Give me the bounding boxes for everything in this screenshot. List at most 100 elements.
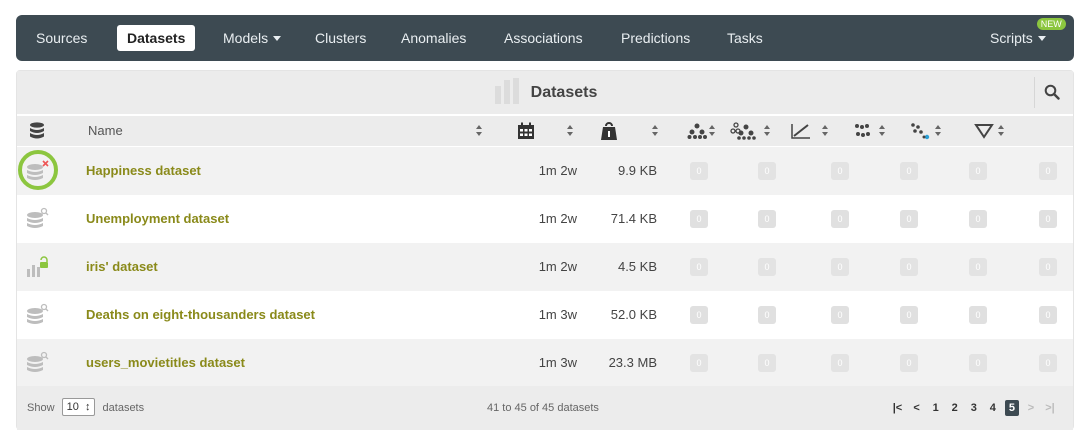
datasets-panel: Datasets Name Happiness dataset 1m 2w 9.… — [16, 70, 1074, 430]
panel-titlebar: Datasets — [17, 71, 1073, 114]
page-5[interactable]: 5 — [1004, 400, 1019, 416]
dataset-name-link[interactable]: Unemployment dataset — [86, 195, 229, 243]
dataset-size: 52.0 KB — [610, 307, 657, 322]
search-button[interactable] — [1034, 77, 1069, 108]
table-row[interactable]: users_movietitles dataset 1m 3w 23.3 MB … — [17, 339, 1073, 387]
dataset-name-link[interactable]: Deaths on eight-thousanders dataset — [86, 291, 315, 339]
sort-icon[interactable] — [822, 125, 828, 137]
table-row[interactable]: iris' dataset 1m 2w 4.5 KB 0 0 0 0 0 0 — [17, 243, 1073, 291]
dataset-age: 1m 3w — [538, 307, 577, 322]
association-icon — [974, 124, 994, 139]
page-4[interactable]: 4 — [986, 400, 1000, 416]
sort-icon[interactable] — [998, 125, 1004, 137]
count-badge: 0 — [900, 162, 918, 180]
locked-dataset-icon — [27, 256, 48, 277]
count-badge: 0 — [690, 210, 708, 228]
column-name[interactable]: Name — [88, 116, 123, 146]
row-icon-wrap — [18, 150, 58, 190]
top-nav: Sources Datasets Models Clusters Anomali… — [16, 15, 1074, 61]
table-row[interactable]: Unemployment dataset 1m 2w 71.4 KB 0 0 0… — [17, 195, 1073, 243]
dataset-age: 1m 2w — [538, 163, 577, 178]
nav-tasks[interactable]: Tasks — [727, 15, 763, 61]
datasets-bars-icon — [494, 77, 519, 104]
nav-anomalies[interactable]: Anomalies — [401, 15, 466, 61]
count-badge: 0 — [690, 306, 708, 324]
nav-predictions[interactable]: Predictions — [621, 15, 690, 61]
prev-page-icon[interactable]: < — [910, 400, 924, 416]
nav-clusters[interactable]: Clusters — [315, 15, 366, 61]
panel-title: Datasets — [17, 71, 1073, 114]
dataset-search-icon — [27, 207, 49, 228]
next-page-icon: > — [1027, 402, 1035, 414]
dataset-age: 1m 2w — [538, 259, 577, 274]
count-badge: 0 — [831, 210, 849, 228]
nav-datasets[interactable]: Datasets — [117, 25, 196, 51]
nav-models[interactable]: Models — [223, 15, 282, 61]
count-badge: 0 — [1039, 162, 1057, 180]
table-row[interactable]: Deaths on eight-thousanders dataset 1m 3… — [17, 291, 1073, 339]
nav-scripts-label: Scripts — [990, 30, 1033, 46]
count-badge: 0 — [969, 162, 987, 180]
nav-anomalies-label: Anomalies — [401, 30, 467, 46]
show-label: Show — [27, 402, 55, 414]
sort-icon[interactable] — [567, 125, 573, 137]
count-badge: 0 — [969, 210, 987, 228]
chevron-down-icon — [273, 35, 282, 41]
sort-icon[interactable] — [935, 125, 941, 137]
nav-datasets-label: Datasets — [127, 30, 186, 46]
anomaly-icon — [911, 123, 930, 140]
weight-icon — [601, 122, 617, 140]
nav-scripts[interactable]: Scripts NEW — [990, 15, 1066, 61]
count-badge: 0 — [831, 306, 849, 324]
count-badge: 0 — [900, 210, 918, 228]
sort-icon[interactable] — [476, 125, 482, 137]
first-page-icon[interactable]: |< — [891, 400, 905, 416]
highlight-ring — [18, 150, 58, 190]
page-3[interactable]: 3 — [967, 400, 981, 416]
count-badge: 0 — [758, 258, 776, 276]
count-badge: 0 — [969, 354, 987, 372]
table-footer: Show 10 ↕ datasets 41 to 45 of 45 datase… — [17, 386, 1073, 430]
table-row[interactable]: Happiness dataset 1m 2w 9.9 KB 0 0 0 0 0… — [17, 147, 1073, 195]
dataset-name-link[interactable]: users_movietitles dataset — [86, 339, 245, 387]
ensemble-icon — [730, 122, 756, 140]
row-icon-wrap — [25, 303, 49, 327]
dataset-age: 1m 3w — [538, 355, 577, 370]
sort-icon[interactable] — [652, 125, 658, 137]
sort-icon[interactable] — [764, 125, 770, 137]
count-badge: 0 — [900, 306, 918, 324]
count-badge: 0 — [831, 354, 849, 372]
count-badge: 0 — [831, 258, 849, 276]
page-size-select[interactable]: 10 ↕ — [61, 398, 96, 417]
nav-sources[interactable]: Sources — [36, 15, 87, 61]
dataset-name-link[interactable]: Happiness dataset — [86, 147, 201, 195]
dataset-age: 1m 2w — [538, 211, 577, 226]
dataset-size: 71.4 KB — [610, 211, 657, 226]
row-icon-wrap — [25, 255, 49, 279]
count-badge: 0 — [969, 306, 987, 324]
regression-icon — [791, 124, 810, 139]
count-badge: 0 — [690, 162, 708, 180]
count-badge: 0 — [1039, 306, 1057, 324]
nav-models-label: Models — [223, 30, 269, 46]
dataset-name-link[interactable]: iris' dataset — [86, 243, 158, 291]
sort-icon[interactable] — [709, 125, 715, 137]
model-tree-icon — [687, 123, 707, 139]
count-badge: 0 — [758, 162, 776, 180]
count-badge: 0 — [1039, 258, 1057, 276]
pagination: |< < 1 2 3 4 5 > >| — [889, 400, 1058, 416]
page-2[interactable]: 2 — [948, 400, 962, 416]
nav-clusters-label: Clusters — [315, 30, 367, 46]
search-icon — [1044, 84, 1060, 100]
row-icon-wrap — [25, 351, 49, 375]
calendar-icon — [518, 122, 534, 139]
dataset-size: 4.5 KB — [617, 259, 657, 274]
last-page-icon: >| — [1045, 402, 1055, 414]
panel-title-text: Datasets — [530, 84, 598, 101]
count-badge: 0 — [758, 354, 776, 372]
nav-associations[interactable]: Associations — [504, 15, 583, 61]
sort-icon[interactable] — [879, 125, 885, 137]
page-1[interactable]: 1 — [929, 400, 943, 416]
nav-tasks-label: Tasks — [727, 30, 763, 46]
nav-predictions-label: Predictions — [621, 30, 691, 46]
